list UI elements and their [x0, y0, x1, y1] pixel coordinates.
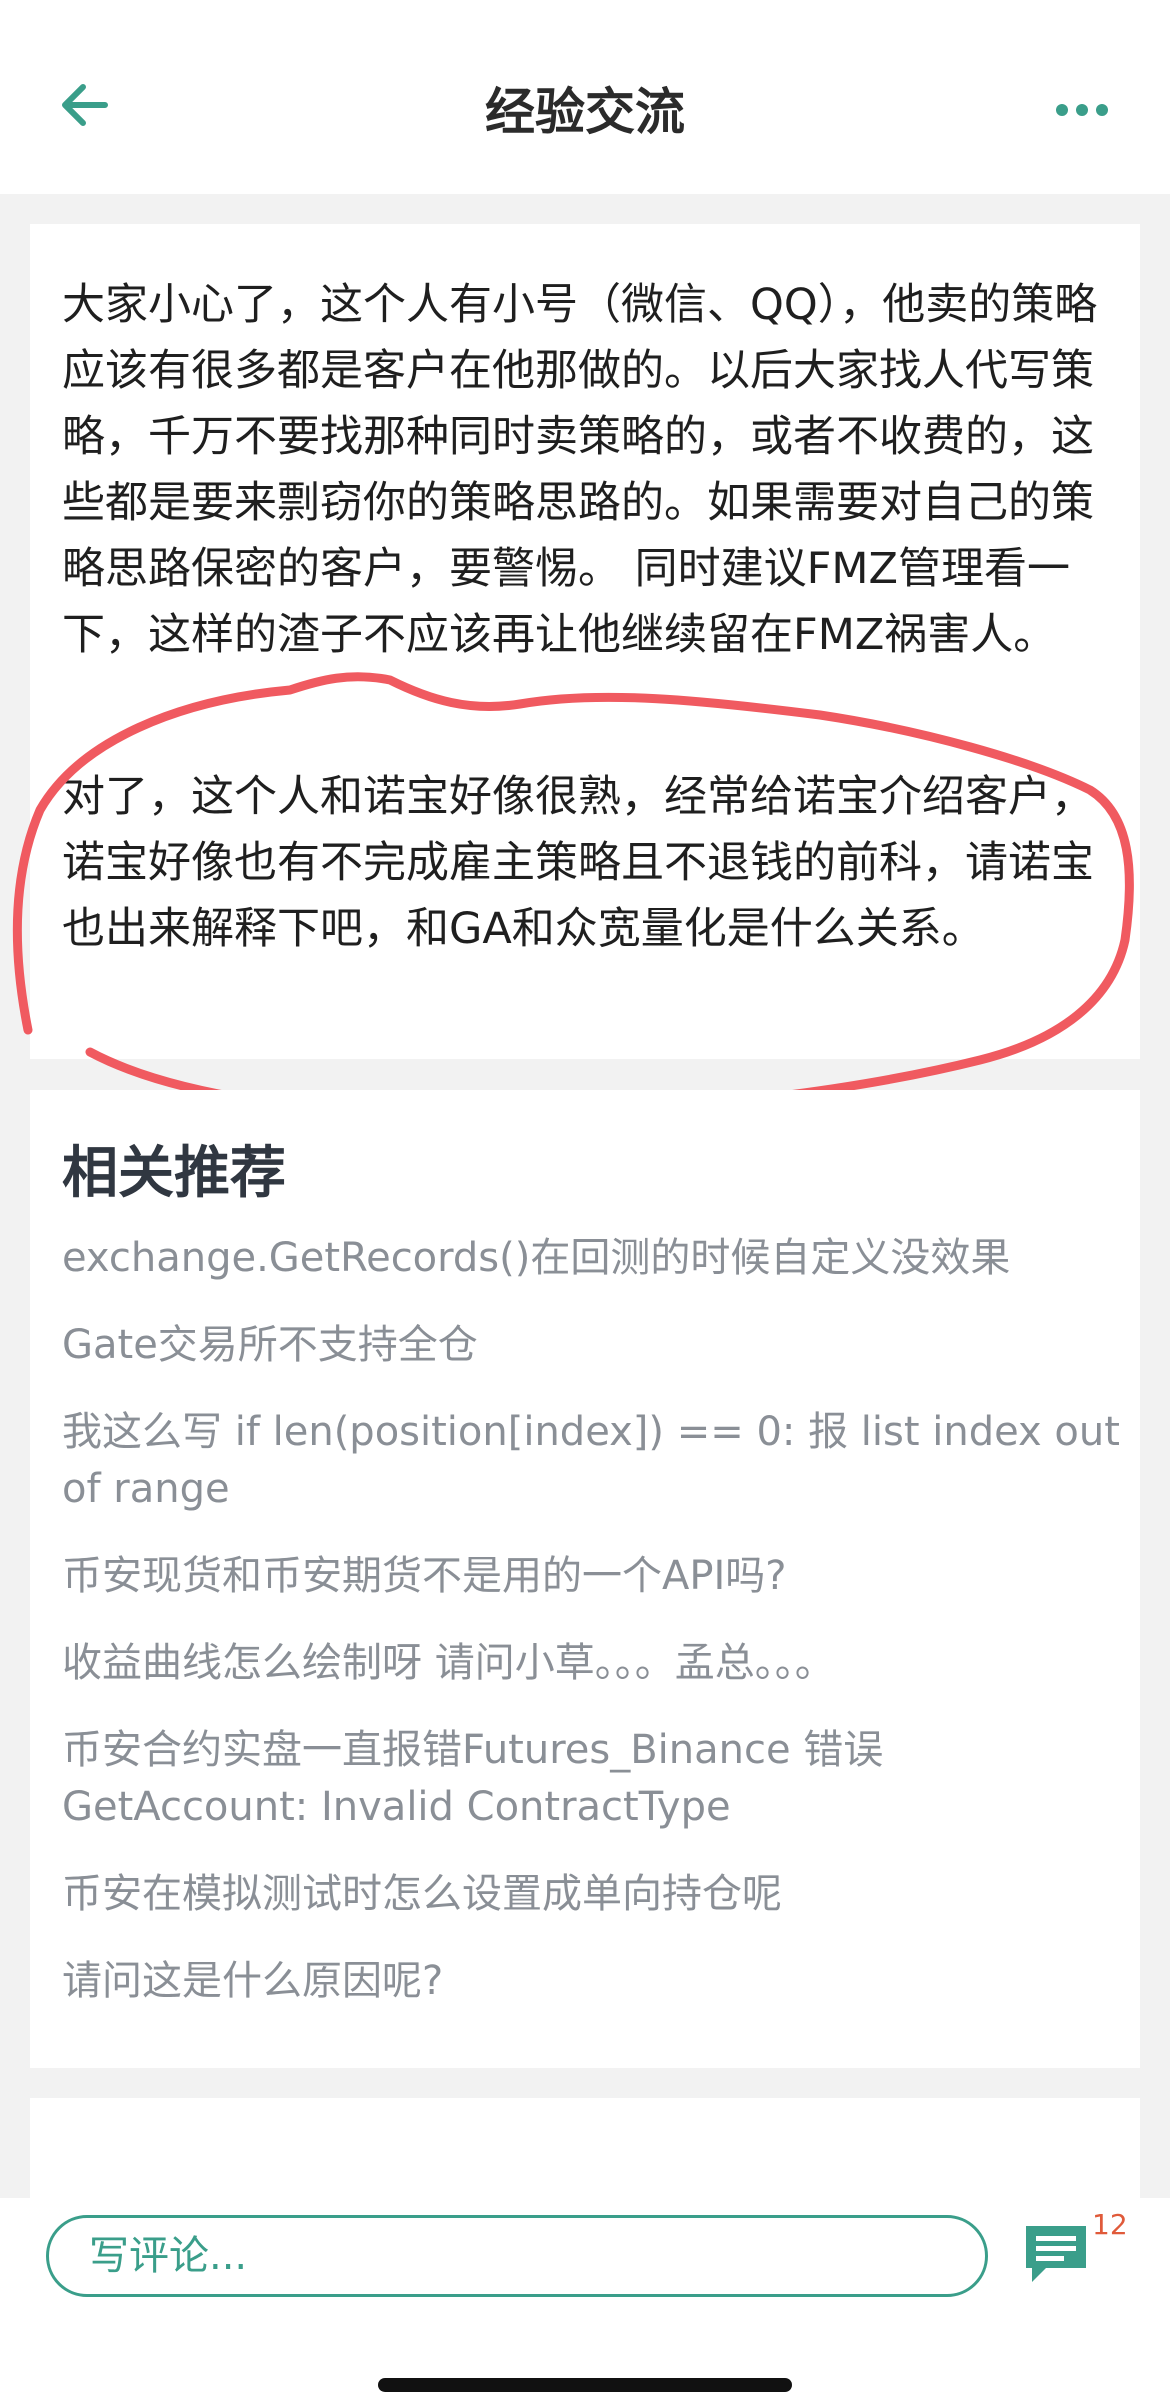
related-item[interactable]: 请问这是什么原因呢?	[62, 1953, 1122, 2010]
related-item[interactable]: 币安现货和币安期货不是用的一个API吗?	[62, 1548, 1122, 1605]
comment-count-badge: 12	[1092, 2208, 1128, 2241]
empty-card	[30, 2098, 1140, 2198]
post-content-card: 大家小心了，这个人有小号（微信、QQ），他卖的策略应该有很多都是客户在他那做的。…	[30, 224, 1140, 1059]
post-paragraph: 对了，这个人和诺宝好像很熟，经常给诺宝介绍客户，诺宝好像也有不完成雇主策略且不退…	[62, 772, 1094, 954]
comment-input[interactable]	[46, 2215, 988, 2297]
related-item[interactable]: 收益曲线怎么绘制呀 请问小草。。。孟总。。。	[62, 1635, 1122, 1692]
more-button[interactable]	[1042, 80, 1122, 140]
related-list: exchange.GetRecords()在回测的时候自定义没效果 Gate交易…	[62, 1230, 1122, 2040]
more-dots-icon	[1056, 104, 1108, 116]
related-item[interactable]: 币安合约实盘一直报错Futures_Binance 错误 GetAccount:…	[62, 1722, 1122, 1836]
related-item[interactable]: 币安在模拟测试时怎么设置成单向持仓呢	[62, 1866, 1122, 1923]
related-title: 相关推荐	[62, 1141, 286, 1206]
related-recommendations: 相关推荐 exchange.GetRecords()在回测的时候自定义没效果 G…	[30, 1090, 1140, 2068]
related-item[interactable]: exchange.GetRecords()在回测的时候自定义没效果	[62, 1230, 1122, 1287]
comment-bar: 12	[0, 2198, 1170, 2400]
related-item[interactable]: Gate交易所不支持全仓	[62, 1317, 1122, 1374]
post-paragraph: 大家小心了，这个人有小号（微信、QQ），他卖的策略应该有很多都是客户在他那做的。…	[62, 280, 1098, 660]
top-nav-bar: 经验交流	[0, 0, 1170, 194]
comment-bubble-icon	[1026, 2226, 1086, 2282]
related-item[interactable]: 我这么写 if len(position[index]) == 0: 报 lis…	[62, 1404, 1122, 1518]
home-indicator[interactable]	[378, 2378, 792, 2392]
page-title: 经验交流	[485, 83, 685, 141]
